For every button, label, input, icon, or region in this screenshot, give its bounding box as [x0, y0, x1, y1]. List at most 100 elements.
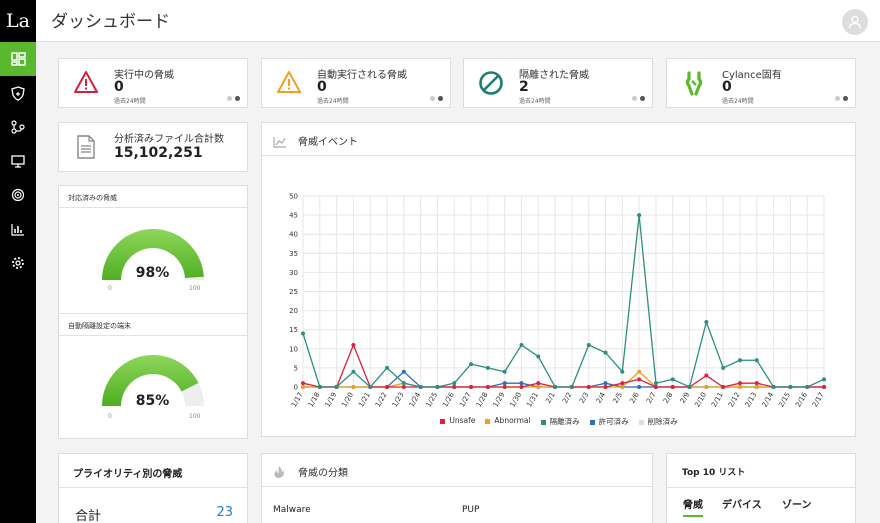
data-point — [822, 377, 826, 382]
classification-card: 脅威の分類 Malware PUP — [261, 453, 653, 523]
gauge-auto-quarantine-devices — [102, 355, 204, 406]
x-tick-label: 2/14 — [761, 391, 776, 409]
x-tick-label: 2/15 — [777, 391, 792, 409]
nav-settings-gear-icon[interactable] — [0, 246, 36, 280]
tab-threats[interactable]: 脅威 — [683, 496, 703, 517]
warning-triangle-red-icon — [73, 70, 99, 98]
nav-reports-chart-icon[interactable] — [0, 212, 36, 246]
threat-events-card: 脅威イベント 0 5 10 15 20 25 30 35 40 45 50 1/17 1/18 1/19 1… — [261, 122, 856, 437]
gauge-max: 100 — [189, 285, 201, 292]
stat-value: 0 — [317, 79, 327, 95]
y-tick-label: 10 — [289, 345, 298, 353]
gauge-title-auto-quarantine: 自動隔離設定の端末 — [59, 314, 247, 336]
data-point — [653, 381, 658, 386]
data-point — [401, 381, 406, 386]
chart-legend: Unsafe Abnormal 隔離済み 許可済み 削除済み — [262, 416, 856, 427]
data-point — [603, 385, 608, 389]
logo[interactable]: La — [0, 0, 36, 42]
stat-card-running-threats[interactable]: 実行中の脅威 0 過去24時間 — [58, 58, 248, 108]
data-point — [637, 377, 642, 382]
data-point — [301, 385, 305, 389]
top10-title: Top 10 リスト — [682, 468, 746, 478]
nav-protection-shield-icon[interactable] — [0, 76, 36, 110]
data-point — [485, 365, 490, 370]
data-point — [603, 381, 608, 386]
data-point — [385, 365, 390, 370]
gauge-min: 0 — [108, 413, 112, 420]
stat-label: 隔離された脅威 — [519, 70, 589, 81]
legend-item[interactable]: 許可済み — [589, 416, 629, 427]
legend-item[interactable]: Abnormal — [485, 416, 531, 427]
data-point — [385, 385, 390, 389]
data-point — [704, 320, 709, 325]
x-tick-label: 2/3 — [578, 391, 591, 405]
x-tick-label: 2/8 — [662, 391, 675, 405]
x-tick-label: 1/26 — [441, 391, 456, 409]
user-avatar-icon[interactable] — [842, 9, 868, 35]
data-point — [788, 385, 793, 389]
data-point — [737, 381, 742, 386]
priority-card: プライオリティ別の脅威 合計 23 — [58, 453, 248, 523]
legend-label: 削除済み — [647, 417, 678, 426]
pager-dots[interactable] — [430, 96, 443, 101]
flame-icon — [273, 464, 285, 483]
x-tick-label: 1/31 — [525, 391, 540, 409]
x-tick-label: 1/17 — [290, 391, 305, 409]
gauge-title-resolved: 対応済みの脅威 — [59, 186, 247, 208]
legend-swatch — [440, 418, 446, 424]
nav-devices-monitor-icon[interactable] — [0, 144, 36, 178]
data-point — [301, 331, 305, 336]
x-tick-label: 2/1 — [544, 391, 557, 405]
nav-threat-target-icon[interactable] — [0, 178, 36, 212]
pager-dots[interactable] — [632, 96, 645, 101]
x-tick-label: 2/17 — [811, 391, 826, 409]
y-tick-label: 45 — [289, 212, 298, 220]
data-point — [502, 369, 507, 374]
data-point — [435, 385, 440, 389]
x-tick-label: 1/29 — [492, 391, 507, 409]
data-point — [301, 381, 305, 386]
legend-item[interactable]: 隔離済み — [540, 416, 580, 427]
classification-col-malware: Malware — [273, 505, 311, 515]
tab-zones[interactable]: ゾーン — [782, 496, 812, 511]
document-icon — [77, 135, 95, 163]
data-point — [536, 385, 541, 389]
data-point — [737, 358, 742, 363]
x-tick-label: 1/30 — [508, 391, 523, 409]
legend-swatch — [485, 418, 491, 424]
priority-title: プライオリティ別の脅威 — [73, 469, 183, 480]
threat-events-chart: 0 5 10 15 20 25 30 35 40 45 50 1/17 1/18 1/19 1/20 1/21… — [289, 193, 826, 409]
data-point — [754, 358, 759, 363]
analyzed-files-label: 分析済みファイル合計数 — [114, 134, 224, 145]
pager-dots[interactable] — [227, 96, 240, 101]
data-point — [502, 381, 507, 386]
classification-col-pup: PUP — [462, 505, 480, 515]
pager-dots[interactable] — [835, 96, 848, 101]
x-tick-label: 1/27 — [458, 391, 473, 409]
legend-item[interactable]: 削除済み — [638, 416, 678, 427]
top-bar: ダッシュボード — [36, 0, 880, 42]
legend-item[interactable]: Unsafe — [440, 416, 475, 427]
nav-dashboard-icon[interactable] — [0, 42, 36, 76]
data-point — [620, 385, 625, 389]
top10-card: Top 10 リスト 脅威 デバイス ゾーン — [666, 453, 856, 523]
y-tick-label: 25 — [289, 288, 298, 296]
tab-devices[interactable]: デバイス — [722, 496, 762, 511]
priority-total-value[interactable]: 23 — [216, 505, 233, 520]
data-point — [653, 385, 658, 389]
x-tick-label: 1/24 — [408, 391, 423, 409]
stat-card-quarantined-threats[interactable]: 隔離された脅威 2 過去24時間 — [463, 58, 653, 108]
y-tick-label: 50 — [289, 193, 298, 201]
stat-value: 0 — [114, 79, 124, 95]
data-point — [485, 385, 490, 389]
gauge-value-text: 98% — [135, 265, 170, 281]
stat-card-cylance-unique[interactable]: Cylance固有 0 過去24時間 — [666, 58, 856, 108]
x-tick-label: 2/4 — [595, 391, 608, 405]
nav-zones-icon[interactable] — [0, 110, 36, 144]
data-point — [670, 377, 675, 382]
data-point — [317, 385, 322, 389]
prohibited-circle-icon — [478, 70, 504, 100]
data-point — [502, 385, 507, 389]
stat-card-auto-run-threats[interactable]: 自動実行される脅威 0 過去24時間 — [261, 58, 451, 108]
y-tick-label: 40 — [289, 231, 298, 239]
